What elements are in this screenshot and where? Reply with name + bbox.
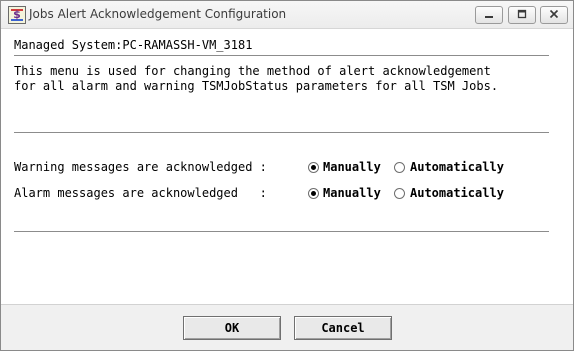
warning-automatically-radio[interactable] [394,162,405,173]
maximize-button[interactable] [508,6,536,24]
maximize-icon [517,9,527,20]
divider [14,132,549,133]
button-bar: OK Cancel [1,304,573,350]
ok-button[interactable]: OK [183,316,281,340]
close-icon [549,9,559,20]
warning-automatically-label[interactable]: Automatically [410,160,504,174]
warning-manually-radio[interactable] [308,162,319,173]
managed-system-label: Managed System:PC-RAMASSH-VM_3181 [14,38,253,52]
description-line-2: for all alarm and warning TSMJobStatus p… [14,79,499,93]
divider [14,55,549,56]
minimize-button[interactable] [475,6,503,24]
divider [14,231,549,232]
warning-ack-label: Warning messages are acknowledged : [14,160,267,174]
title-bar[interactable]: $ Jobs Alert Acknowledgement Configurati… [1,1,573,29]
minimize-icon [484,9,494,20]
alarm-automatically-radio[interactable] [394,188,405,199]
cancel-button[interactable]: Cancel [294,316,392,340]
window-title: Jobs Alert Acknowledgement Configuration [29,7,287,21]
description-line-1: This menu is used for changing the metho… [14,64,491,78]
app-icon: $ [8,6,26,24]
warning-manually-label[interactable]: Manually [323,160,381,174]
dialog-content: Managed System:PC-RAMASSH-VM_3181 This m… [1,29,573,350]
alarm-ack-label: Alarm messages are acknowledged : [14,186,267,200]
dialog-window: $ Jobs Alert Acknowledgement Configurati… [0,0,574,351]
alarm-manually-radio[interactable] [308,188,319,199]
alarm-manually-label[interactable]: Manually [323,186,381,200]
close-button[interactable] [540,6,568,24]
alarm-automatically-label[interactable]: Automatically [410,186,504,200]
